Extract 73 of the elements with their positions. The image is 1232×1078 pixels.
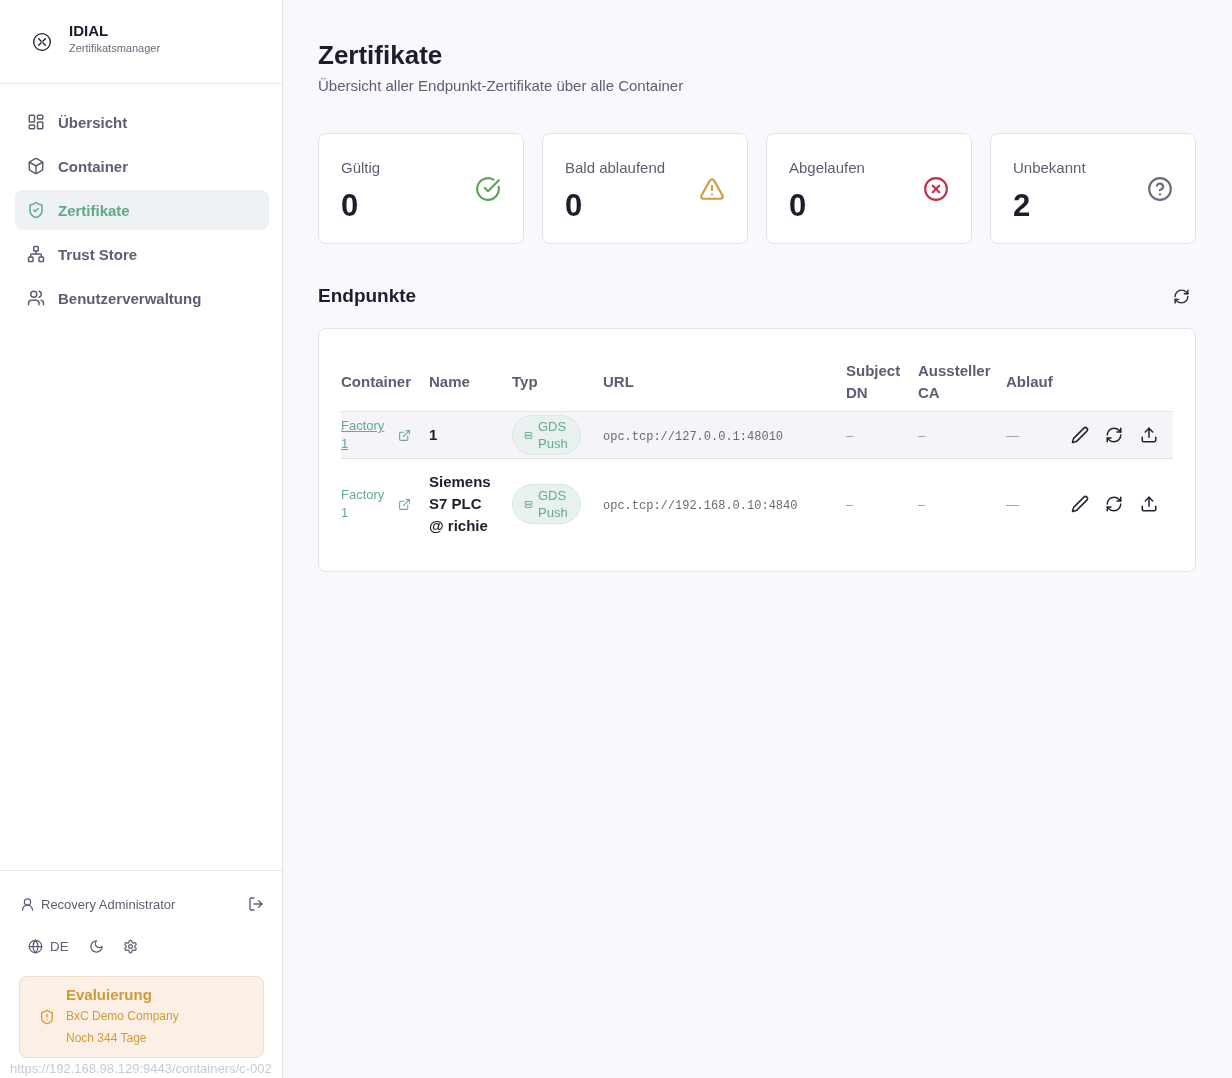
endpoint-url: opc.tcp://192.168.0.10:4840 (603, 499, 798, 513)
table-row[interactable]: Factory 1 1 GDS Push opc.tcp://127.0.0.1:48010 – – — (341, 411, 1173, 459)
column-header: Ablauf (1006, 352, 1066, 412)
x-circle-icon (923, 176, 949, 202)
column-header: Aussteller CA (918, 352, 1006, 412)
column-header: Name (429, 352, 512, 412)
language-button[interactable]: DE (28, 938, 69, 954)
type-badge: GDS Push (512, 415, 581, 455)
users-icon (27, 289, 45, 307)
logout-button[interactable] (248, 896, 264, 912)
cube-icon (27, 157, 45, 175)
check-circle-icon (475, 176, 501, 202)
shield-check-icon (27, 201, 45, 219)
column-header: Subject DN (846, 352, 918, 412)
type-badge: GDS Push (512, 484, 581, 524)
subject-dn: – (846, 497, 854, 512)
page-subtitle: Übersicht aller Endpunkt-Zertifikate über alle Container (318, 76, 685, 96)
subject-dn: – (846, 428, 854, 443)
column-header: Typ (512, 352, 603, 412)
warning-icon (699, 176, 725, 202)
nav-item[interactable]: Benutzerverwaltung (15, 278, 269, 318)
nav-item[interactable]: Übersicht (15, 102, 269, 142)
upload-icon (1140, 426, 1159, 444)
moon-icon (88, 938, 104, 954)
stat-value: 2 (1013, 188, 1032, 224)
endpoint-name: Siemens S7 PLC @ richie (429, 458, 512, 549)
network-icon (27, 245, 45, 263)
issuer-ca: – (918, 428, 926, 443)
expiry: — (1006, 428, 1019, 443)
server-icon (524, 430, 533, 440)
pencil-icon (1070, 495, 1089, 513)
shield-alert-icon (39, 1009, 55, 1025)
refresh-icon (1173, 287, 1190, 305)
expiry: — (1006, 497, 1019, 512)
logout-icon (248, 896, 264, 912)
refresh-icon (1105, 426, 1124, 444)
column-header: Container (341, 352, 429, 412)
stat-label: Abgelaufen (789, 158, 865, 178)
user-name: Recovery Administrator (41, 896, 177, 912)
endpoint-url: opc.tcp://127.0.0.1:48010 (603, 430, 784, 444)
license-title: Evaluierung (66, 985, 153, 1005)
license-remaining: Noch 344 Tage (66, 1030, 148, 1047)
issuer-ca: – (918, 497, 926, 512)
stat-value: 0 (789, 188, 808, 224)
server-icon (524, 499, 533, 509)
globe-icon (28, 938, 43, 954)
theme-button[interactable] (88, 938, 104, 954)
stat-label: Bald ablaufend (565, 158, 666, 178)
pencil-icon (1070, 426, 1089, 444)
settings-button[interactable] (122, 938, 138, 954)
upload-icon (1140, 495, 1159, 513)
column-header: URL (603, 352, 846, 412)
app-name: IDIAL (69, 20, 110, 41)
logo-icon (32, 31, 52, 52)
question-circle-icon (1147, 176, 1173, 202)
license-company: BxC Demo Company (66, 1008, 179, 1025)
settings-icon (122, 938, 138, 954)
external-link-icon[interactable] (398, 497, 411, 511)
nav-item[interactable]: Trust Store (15, 234, 269, 274)
app-subtitle: Zertifikatsmanager (69, 40, 161, 56)
refresh-icon (1105, 495, 1124, 513)
stat-label: Gültig (341, 158, 381, 178)
table-row[interactable]: Factory 1 Siemens S7 PLC @ richie GDS Push opc.tcp://192.168.0.10:4840 – – — (341, 458, 1173, 549)
section-title: Endpunkte (318, 284, 417, 308)
stat-value: 0 (341, 188, 360, 224)
endpoint-name: 1 (429, 411, 512, 459)
stat-label: Unbekannt (1013, 158, 1086, 178)
grid-icon (27, 113, 45, 131)
page-title: Zertifikate (318, 39, 444, 72)
nav-item[interactable]: Container (15, 146, 269, 186)
user-icon (20, 896, 35, 912)
refresh-button[interactable] (1173, 287, 1190, 305)
stat-value: 0 (565, 188, 584, 224)
